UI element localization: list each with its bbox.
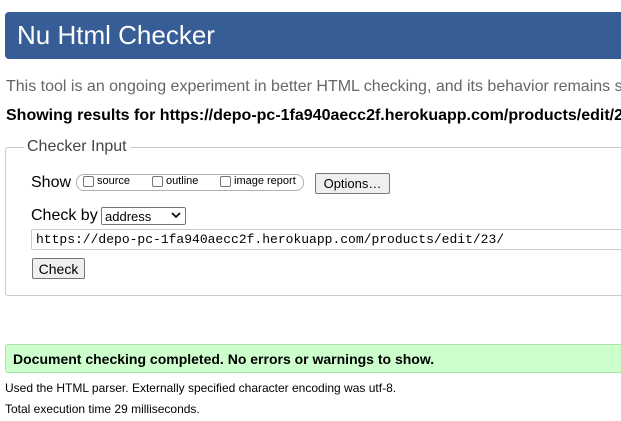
results-heading: Showing results for https://depo-pc-1fa9…	[6, 107, 621, 124]
url-input[interactable]: https://depo-pc-1fa940aecc2f.herokuapp.c…	[31, 229, 621, 250]
outline-checkbox[interactable]: outline	[152, 175, 198, 187]
show-label: Show	[31, 174, 72, 191]
intro-text: This tool is an ongoing experiment in be…	[6, 78, 621, 95]
chevron-down-icon	[171, 212, 181, 219]
checkbox-box[interactable]	[152, 175, 163, 187]
check-by-selected-value: address	[105, 208, 152, 224]
check-button[interactable]: Check	[32, 258, 85, 279]
parser-info: Used the HTML parser. Externally specifi…	[5, 381, 397, 395]
page-header: Nu Html Checker	[5, 12, 621, 59]
source-checkbox-label: source	[97, 175, 131, 187]
checkbox-box[interactable]	[220, 175, 231, 187]
options-button[interactable]: Options…	[315, 173, 390, 194]
page-title: Nu Html Checker	[17, 20, 215, 50]
success-message: Document checking completed. No errors o…	[5, 344, 621, 373]
check-by-label: Check by	[31, 207, 98, 224]
source-checkbox[interactable]: source	[83, 175, 130, 187]
image-report-checkbox[interactable]: image report	[220, 175, 296, 187]
check-by-select[interactable]: address	[101, 207, 186, 225]
outline-checkbox-label: outline	[166, 175, 199, 187]
checker-input-legend: Checker Input	[27, 138, 127, 155]
checkbox-box[interactable]	[83, 175, 94, 187]
image-report-checkbox-label: image report	[234, 175, 296, 187]
execution-time: Total execution time 29 milliseconds.	[5, 402, 200, 416]
